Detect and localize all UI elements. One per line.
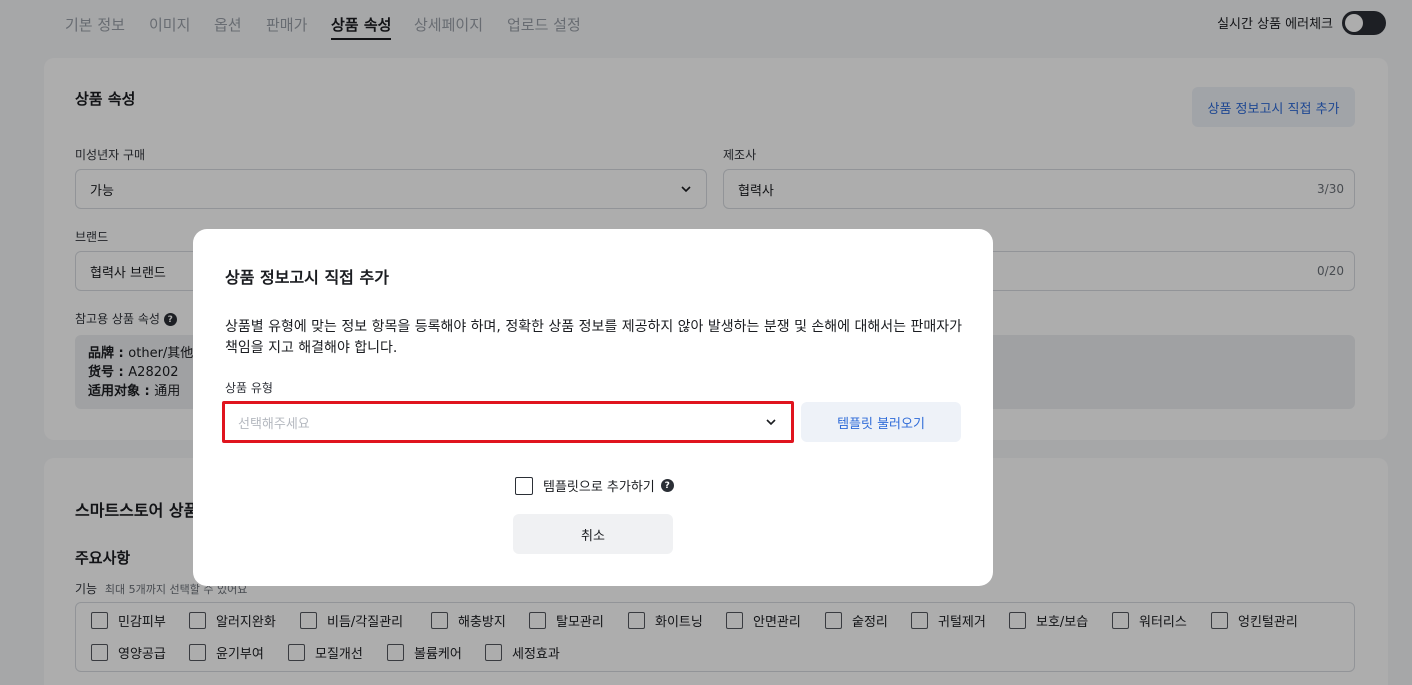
add-with-template-checkbox[interactable]: 템플릿으로 추가하기 ? xyxy=(515,476,674,495)
product-type-label: 상품 유형 xyxy=(225,381,273,395)
cancel-button[interactable]: 취소 xyxy=(513,514,673,554)
product-type-placeholder: 선택해주세요 xyxy=(238,416,310,432)
load-template-button[interactable]: 템플릿 불러오기 xyxy=(801,402,961,442)
modal-title: 상품 정보고시 직접 추가 xyxy=(225,268,389,287)
modal-description: 상품별 유형에 맞는 정보 항목을 등록해야 하며, 정확한 상품 정보를 제공… xyxy=(225,319,962,356)
chevron-down-icon xyxy=(766,419,776,426)
help-icon[interactable]: ? xyxy=(660,479,674,492)
product-type-select[interactable]: 선택해주세요 xyxy=(222,401,794,443)
checkbox-square xyxy=(515,476,533,495)
add-with-template-label: 템플릿으로 추가하기 xyxy=(543,480,655,495)
add-notice-modal: 상품 정보고시 직접 추가 상품별 유형에 맞는 정보 항목을 등록해야 하며,… xyxy=(193,229,993,586)
